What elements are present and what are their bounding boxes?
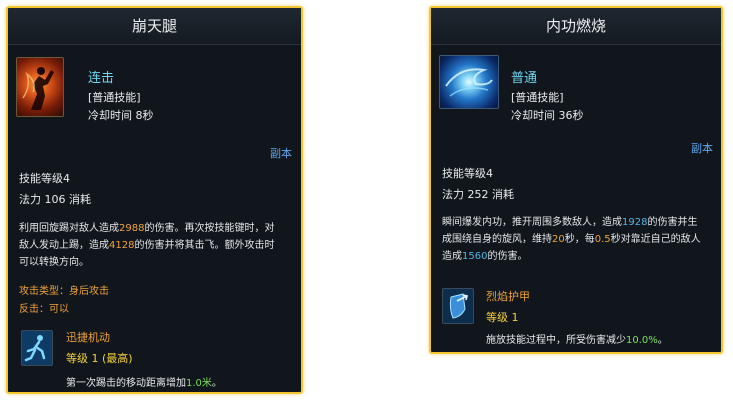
skill-title: 内功燃烧	[431, 8, 721, 45]
whirlwind-icon	[439, 55, 499, 109]
skill-summary: 普通 [普通技能] 冷却时间 36秒	[431, 45, 721, 122]
skill-description: 瞬间爆发内功，推开周围多数敌人，造成1928的伤害并生 成围绕自身的旋风，维持2…	[442, 217, 701, 262]
talent-level: 等级 1	[486, 311, 519, 324]
skill-tooltip-right: 内功燃烧 普通 [普通技能] 冷却时间 36秒 副本 技能等级4 法力 252 …	[429, 6, 723, 354]
copy-label: 副本	[691, 142, 713, 155]
skill-description: 利用回旋踢对敌人造成2988的伤害。再次按技能键时，对 敌人发动上踢，造成412…	[19, 223, 275, 268]
skill-level: 技能等级4	[442, 167, 493, 180]
talent-level: 等级 1 (最高)	[66, 352, 133, 365]
shield-arrow-icon	[442, 288, 474, 324]
skill-tooltip-left: 崩天腿 连击 [普通技能] 冷却时间 8秒 副本 技能等级4 法力 106 消耗…	[6, 6, 303, 394]
damage-value: 1560	[462, 251, 488, 262]
mana-cost: 法力 252 消耗	[442, 188, 514, 201]
skill-type: 普通	[511, 71, 538, 86]
kicking-figure-flame-icon	[16, 57, 64, 117]
damage-value: 1928	[622, 217, 648, 228]
running-man-icon	[21, 330, 53, 366]
cooldown: 冷却时间 36秒	[511, 109, 584, 122]
talent-name: 迅捷机动	[66, 331, 110, 344]
duration-value: 20	[552, 234, 565, 245]
damage-value: 2988	[119, 223, 145, 234]
attack-type: 攻击类型：身后攻击	[19, 286, 109, 297]
mana-cost: 法力 106 消耗	[19, 193, 91, 206]
skill-summary: 连击 [普通技能] 冷却时间 8秒	[8, 45, 301, 122]
damage-value: 4128	[109, 240, 135, 251]
interval-value: 0.5	[594, 234, 611, 245]
counter: 反击：可以	[19, 304, 69, 315]
skill-level: 技能等级4	[19, 172, 70, 185]
talent-effect: 第一次踢击的移动距离增加1.0米。	[66, 378, 222, 389]
skill-category: [普通技能]	[511, 91, 564, 104]
skill-type: 连击	[88, 71, 115, 86]
copy-label: 副本	[270, 147, 292, 160]
talent-effect: 施放技能过程中，所受伤害减少10.0%。	[486, 335, 668, 346]
cooldown: 冷却时间 8秒	[88, 109, 154, 122]
talent-name: 烈焰护甲	[486, 290, 530, 303]
skill-title: 崩天腿	[8, 8, 301, 45]
skill-category: [普通技能]	[88, 91, 141, 104]
